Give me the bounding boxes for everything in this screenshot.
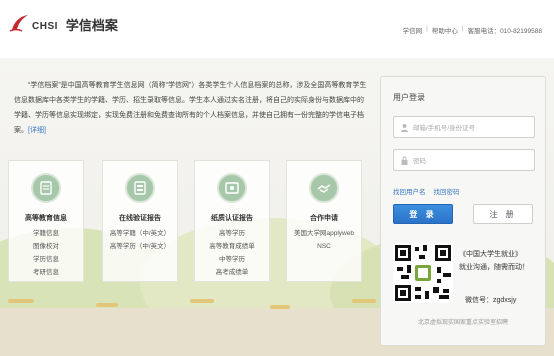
card-link[interactable]: 高等学籍（中/英文） [103,227,177,240]
card-title: 纸质认证报告 [211,215,253,222]
plank-decoration [8,299,34,303]
card-link[interactable]: NSC [287,240,361,253]
divider: | [426,25,428,32]
handshake-icon [309,173,339,203]
logo[interactable]: CHSI 学信档案 [8,12,118,34]
card-link[interactable]: 考研信息 [9,266,83,279]
plank-decoration [352,299,376,303]
card-title: 合作申请 [310,215,338,222]
username-input[interactable]: 邮箱/手机号/身份证号 [393,116,535,138]
username-placeholder: 邮箱/手机号/身份证号 [413,125,476,132]
login-panel: 用户登录 邮箱/手机号/身份证号 密码 找回用户名 找回密码 登 录 注 册 《… [380,76,546,346]
card-link[interactable]: 学籍信息 [9,227,83,240]
card-title: 在线验证报告 [119,215,161,222]
login-title: 用户登录 [393,93,425,102]
service-phone: 客服电话：010-82199588 [467,28,542,35]
card-items: 高等学历 高等教育成绩单 中等学历 高考成绩单 [195,227,269,279]
report-icon [125,173,155,203]
chsi-logo-icon [8,12,30,34]
card-items: 高等学籍（中/英文） 高等学历（中/英文） [103,227,177,253]
forgot-username-link[interactable]: 找回用户名 [393,186,426,196]
plank-decoration [96,303,118,307]
card-online-report[interactable]: 在线验证报告 高等学籍（中/英文） 高等学历（中/英文） [102,160,178,282]
card-link[interactable]: 学历信息 [9,253,83,266]
user-icon [400,123,409,132]
wechat-account-name: 《中国大学生就业》 [459,251,522,258]
card-link[interactable]: 高考成绩单 [195,266,269,279]
logo-text: CHSI [32,20,58,32]
card-cooperation[interactable]: 合作申请 美国大学网applyweb NSC [286,160,362,282]
plank-decoration [190,299,214,303]
divider: | [461,25,464,32]
lock-icon [400,156,409,165]
card-title: 高等教育信息 [25,215,67,222]
intro-text: “学信档案”是中国高等教育学生信息网（简称“学信网”）各类学生个人信息档案的总称… [14,82,367,134]
card-link[interactable]: 高等教育成绩单 [195,240,269,253]
register-button[interactable]: 注 册 [473,204,533,224]
intro-paragraph: “学信档案”是中国高等教育学生信息网（简称“学信网”）各类学生个人信息档案的总称… [14,78,370,138]
service-cards: 高等教育信息 学籍信息 图像校对 学历信息 考研信息 在线验证报告 高等学籍（中… [8,160,364,282]
password-placeholder: 密码 [413,158,426,165]
recruitment-link[interactable]: 北京虚拟现实国家重点实验室招聘 [381,317,545,326]
wechat-slogan: 就业沟通，随需而动！ [459,264,529,271]
certificate-icon [217,173,247,203]
card-link[interactable]: 图像校对 [9,240,83,253]
link-chsi[interactable]: 学信网 [403,25,423,35]
wechat-id: 微信号：zgdxsjy [465,297,517,304]
card-items: 美国大学网applyweb NSC [287,227,361,253]
password-input[interactable]: 密码 [393,149,535,171]
plank-decoration [270,305,290,309]
top-links: 学信网 | 帮助中心 | 客服电话：010-82199588 [403,25,542,35]
qr-code-icon [393,243,453,303]
recovery-links: 找回用户名 找回密码 [393,186,460,196]
link-help[interactable]: 帮助中心 [432,25,458,35]
archive-icon [31,173,61,203]
header: CHSI 学信档案 学信网 | 帮助中心 | 客服电话：010-82199588 [0,0,554,58]
card-link[interactable]: 高等学历 [195,227,269,240]
card-items: 学籍信息 图像校对 学历信息 考研信息 [9,227,83,279]
login-button[interactable]: 登 录 [393,204,453,224]
card-paper-report[interactable]: 纸质认证报告 高等学历 高等教育成绩单 中等学历 高考成绩单 [194,160,270,282]
more-link[interactable]: [详细] [28,127,46,134]
card-link[interactable]: 美国大学网applyweb [287,227,361,240]
forgot-password-link[interactable]: 找回密码 [434,186,460,196]
wechat-qr-code [393,243,453,303]
site-title: 学信档案 [65,17,118,33]
card-link[interactable]: 高等学历（中/英文） [103,240,177,253]
card-education-info[interactable]: 高等教育信息 学籍信息 图像校对 学历信息 考研信息 [8,160,84,282]
card-link[interactable]: 中等学历 [195,253,269,266]
